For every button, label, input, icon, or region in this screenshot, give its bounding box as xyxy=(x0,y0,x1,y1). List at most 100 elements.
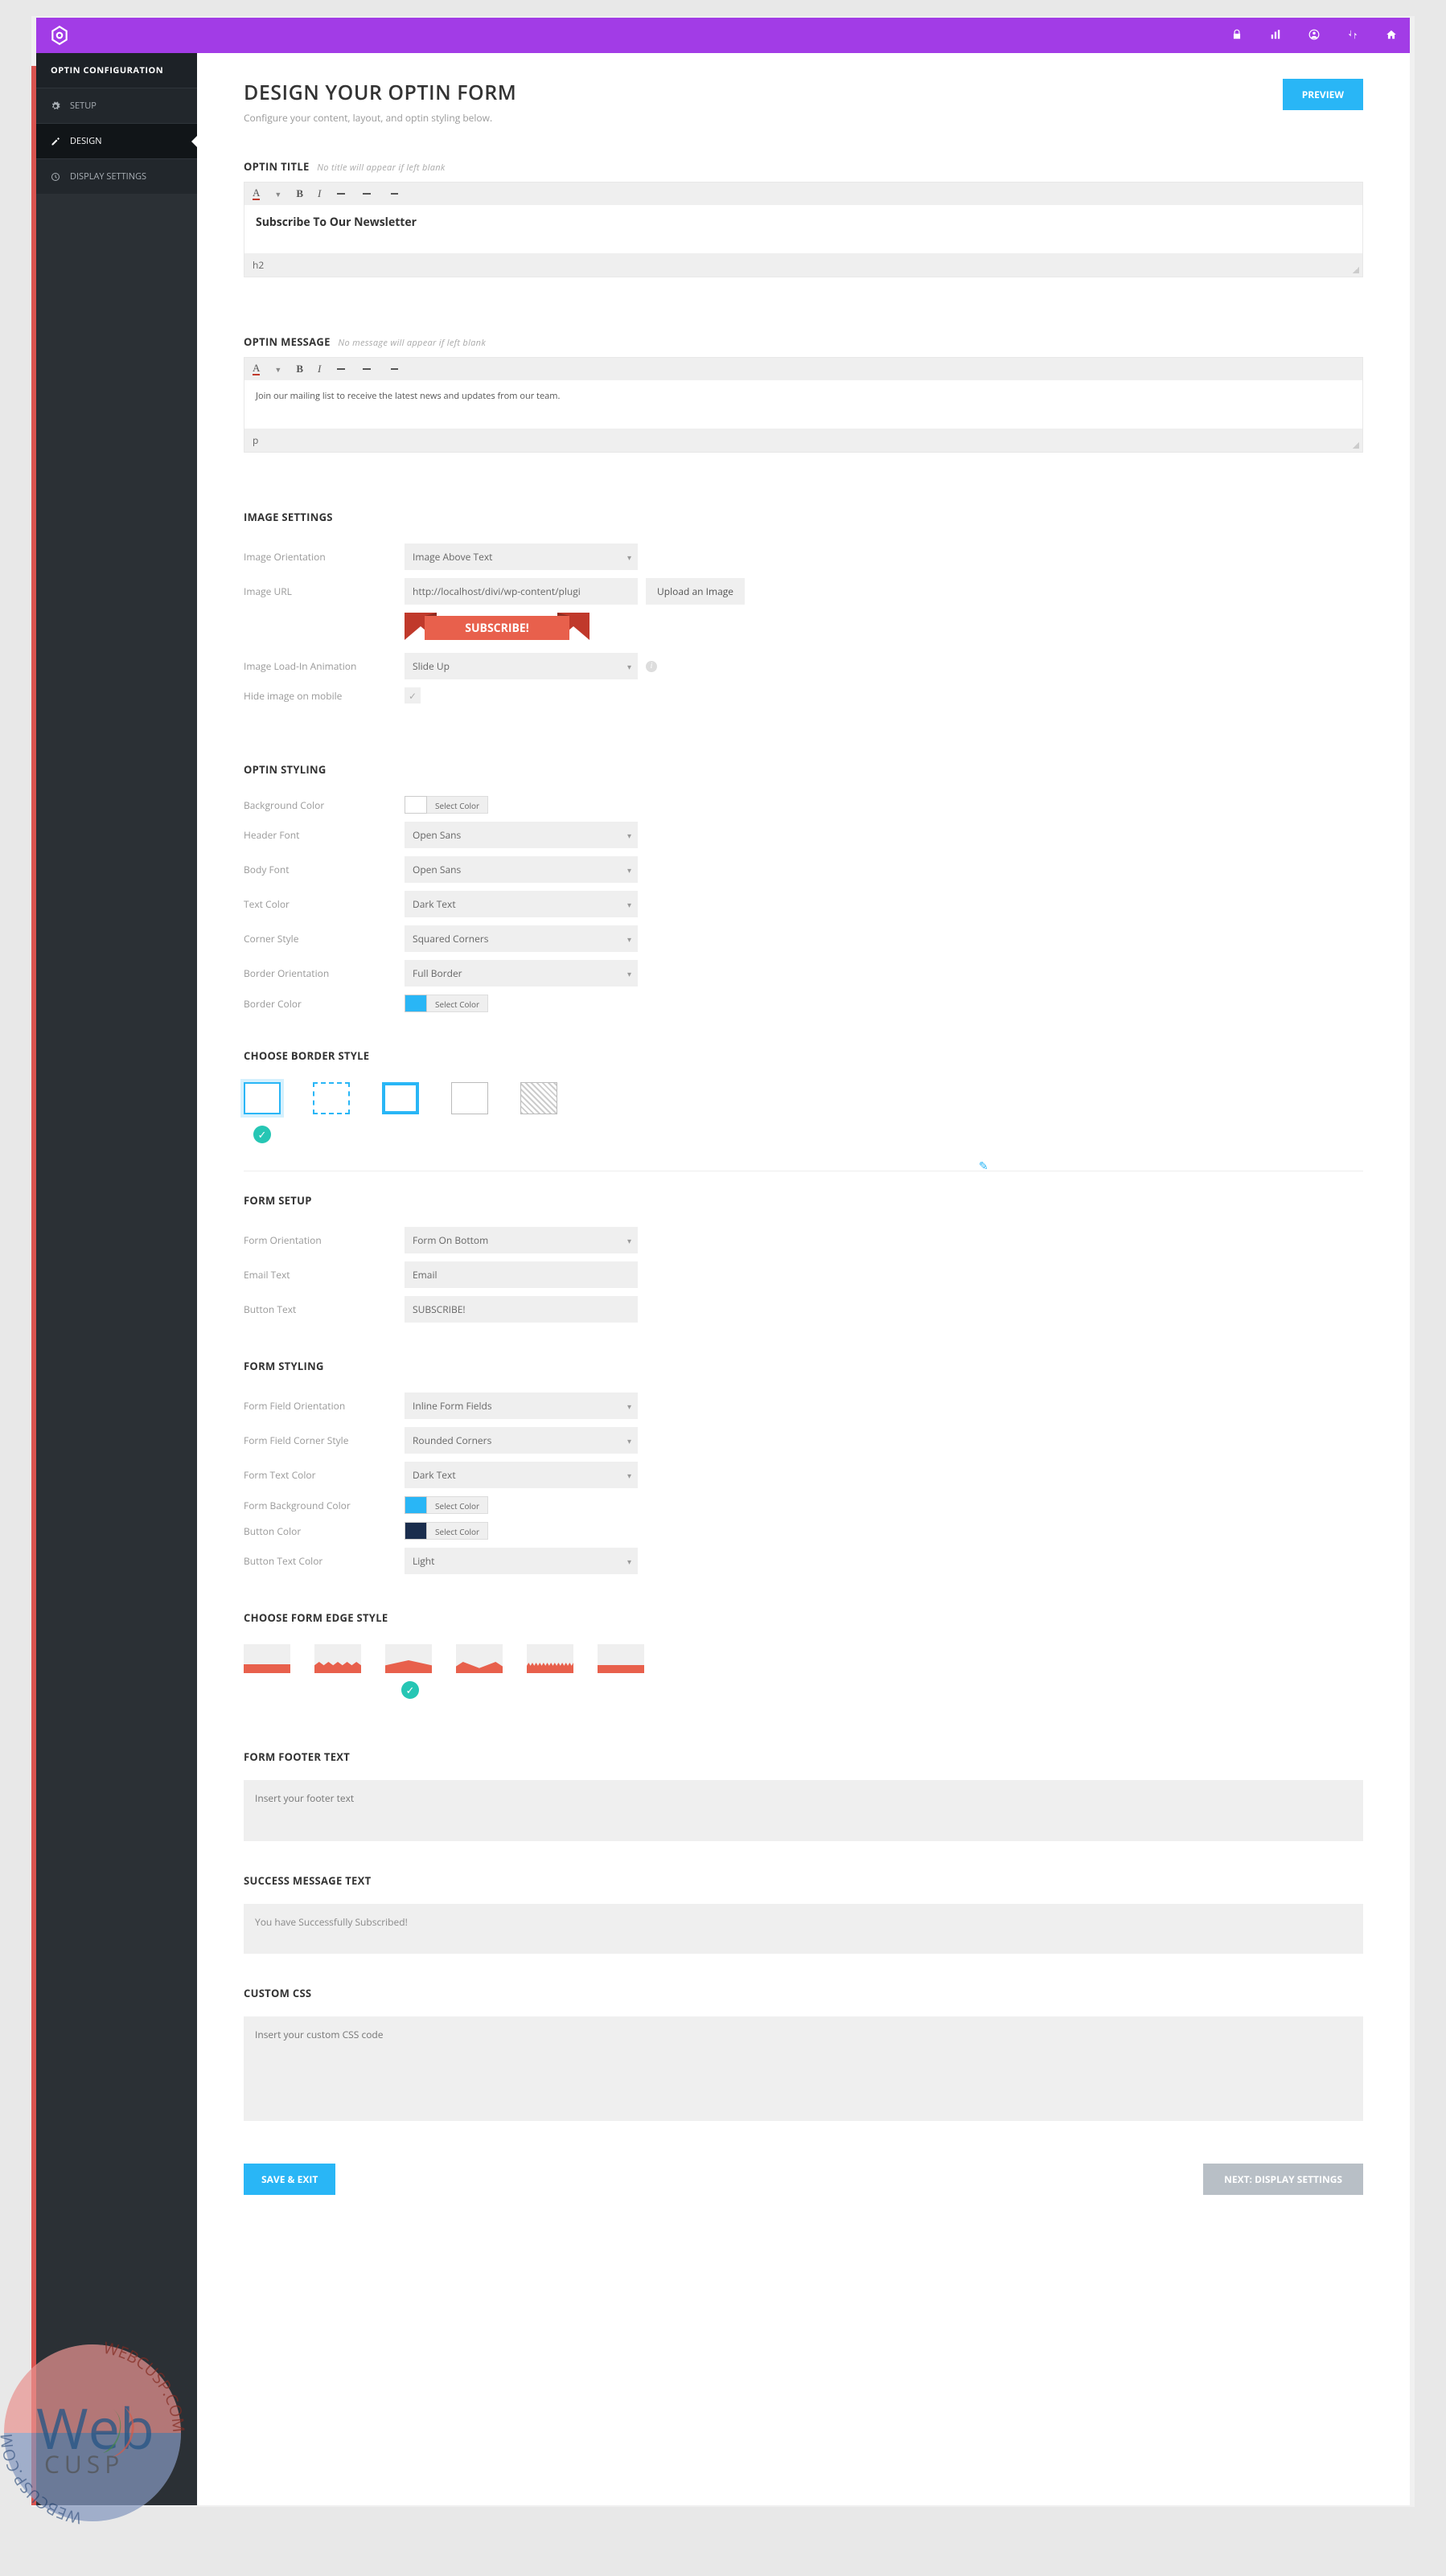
upload-image-button[interactable]: Upload an Image xyxy=(646,578,745,605)
align-right-icon[interactable] xyxy=(387,365,398,373)
optin-title-input[interactable]: Subscribe To Our Newsletter xyxy=(244,205,1362,253)
field-corner-select[interactable]: Rounded Corners xyxy=(405,1427,638,1454)
corner-style-select[interactable]: Squared Corners xyxy=(405,925,638,952)
bold-icon[interactable]: B xyxy=(296,187,303,200)
border-color-swatch[interactable] xyxy=(405,995,427,1012)
align-center-icon[interactable] xyxy=(361,190,372,198)
email-text-input[interactable] xyxy=(405,1261,638,1288)
form-orient-select[interactable]: Form On Bottom xyxy=(405,1227,638,1253)
align-left-icon[interactable] xyxy=(335,190,347,198)
form-text-color-select[interactable]: Dark Text xyxy=(405,1462,638,1488)
field-corner-label: Form Field Corner Style xyxy=(244,1434,405,1447)
border-orient-select[interactable]: Full Border xyxy=(405,960,638,987)
preview-button[interactable]: PREVIEW xyxy=(1283,79,1363,110)
image-animation-select[interactable]: Slide Up xyxy=(405,653,638,679)
button-text-input[interactable] xyxy=(405,1296,638,1323)
field-orient-select[interactable]: Inline Form Fields xyxy=(405,1393,638,1419)
border-style-dashed[interactable] xyxy=(313,1082,350,1114)
align-center-icon[interactable] xyxy=(361,365,372,373)
border-style-options xyxy=(244,1082,1363,1114)
form-bg-label: Form Background Color xyxy=(244,1499,405,1512)
edge-style-4[interactable] xyxy=(456,1644,503,1673)
bg-color-swatch[interactable] xyxy=(405,796,427,814)
custom-css-heading: CUSTOM CSS xyxy=(244,1986,311,2000)
btn-text-color-select[interactable]: Light xyxy=(405,1548,638,1574)
top-bar xyxy=(36,18,1410,53)
custom-css-input[interactable] xyxy=(244,2016,1363,2121)
text-color-icon[interactable]: A xyxy=(253,187,260,200)
border-color-button[interactable]: Select Color xyxy=(427,995,488,1012)
body-font-label: Body Font xyxy=(244,863,405,876)
optin-message-heading: OPTIN MESSAGE No message will appear if … xyxy=(244,334,486,349)
save-exit-button[interactable]: SAVE & EXIT xyxy=(244,2164,335,2195)
edge-style-6[interactable] xyxy=(598,1644,644,1673)
italic-icon[interactable]: I xyxy=(318,363,321,375)
lock-icon[interactable] xyxy=(1231,27,1243,44)
sidebar-item-setup[interactable]: SETUP xyxy=(36,88,197,123)
content-area: DESIGN YOUR OPTIN FORM Configure your co… xyxy=(197,53,1410,2505)
image-url-label: Image URL xyxy=(244,585,405,598)
italic-icon[interactable]: I xyxy=(318,187,321,200)
form-bg-button[interactable]: Select Color xyxy=(427,1496,488,1514)
edge-style-2[interactable] xyxy=(314,1644,361,1673)
app-logo-icon[interactable] xyxy=(49,25,70,46)
border-style-thin[interactable] xyxy=(451,1082,488,1114)
optin-message-input[interactable]: Join our mailing list to receive the lat… xyxy=(244,380,1362,429)
form-orient-label: Form Orientation xyxy=(244,1233,405,1247)
account-icon[interactable] xyxy=(1308,27,1320,44)
optin-title-label: OPTIN TITLE xyxy=(244,159,310,174)
form-text-color-label: Form Text Color xyxy=(244,1468,405,1482)
header-font-select[interactable]: Open Sans xyxy=(405,822,638,848)
align-left-icon[interactable] xyxy=(335,365,347,373)
field-orient-label: Form Field Orientation xyxy=(244,1399,405,1413)
text-color-select[interactable]: Dark Text xyxy=(405,891,638,917)
form-setup-heading: FORM SETUP xyxy=(244,1193,312,1208)
optin-title-editor: A ▼ B I Subscribe To Our Newsletter h2 xyxy=(244,182,1363,277)
info-icon[interactable]: i xyxy=(646,661,657,672)
import-export-icon[interactable] xyxy=(1347,27,1358,44)
border-style-solid[interactable] xyxy=(244,1082,281,1114)
optin-message-tag[interactable]: p xyxy=(244,429,1362,452)
border-color-label: Border Color xyxy=(244,997,405,1011)
optin-message-label: OPTIN MESSAGE xyxy=(244,334,331,349)
edge-style-3[interactable] xyxy=(385,1644,432,1673)
border-style-hatched[interactable] xyxy=(520,1082,557,1114)
dropdown-caret-icon[interactable]: ▼ xyxy=(274,364,281,375)
image-orientation-label: Image Orientation xyxy=(244,550,405,564)
bold-icon[interactable]: B xyxy=(296,363,303,375)
btn-color-swatch[interactable] xyxy=(405,1522,427,1540)
page-title: DESIGN YOUR OPTIN FORM xyxy=(244,79,516,106)
stats-icon[interactable] xyxy=(1270,27,1281,44)
btn-color-button[interactable]: Select Color xyxy=(427,1522,488,1540)
edge-style-1[interactable] xyxy=(244,1644,290,1673)
image-url-input[interactable] xyxy=(405,578,638,605)
border-style-thick[interactable] xyxy=(382,1082,419,1114)
sidebar-item-display[interactable]: DISPLAY SETTINGS xyxy=(36,158,197,194)
editor-toolbar: A ▼ B I xyxy=(244,183,1362,205)
edge-style-heading: CHOOSE FORM EDGE STYLE xyxy=(244,1610,388,1625)
hide-image-checkbox[interactable]: ✓ xyxy=(405,687,421,703)
sidebar-item-label: DESIGN xyxy=(70,135,101,147)
header-font-label: Header Font xyxy=(244,828,405,842)
align-right-icon[interactable] xyxy=(387,190,398,198)
sidebar-item-label: SETUP xyxy=(70,100,97,112)
optin-title-tag[interactable]: h2 xyxy=(244,253,1362,277)
dropdown-caret-icon[interactable]: ▼ xyxy=(274,189,281,199)
image-orientation-select[interactable]: Image Above Text xyxy=(405,544,638,570)
edit-section-icon[interactable]: ✎ xyxy=(979,1159,993,1173)
hide-image-label: Hide image on mobile xyxy=(244,689,405,703)
text-color-icon[interactable]: A xyxy=(253,363,260,375)
success-text-input[interactable]: You have Successfully Subscribed! xyxy=(244,1904,1363,1954)
success-text-heading: SUCCESS MESSAGE TEXT xyxy=(244,1873,371,1888)
sidebar-item-design[interactable]: DESIGN xyxy=(36,123,197,158)
body-font-select[interactable]: Open Sans xyxy=(405,856,638,883)
email-text-label: Email Text xyxy=(244,1268,405,1282)
footer-text-input[interactable] xyxy=(244,1780,1363,1841)
home-icon[interactable] xyxy=(1386,27,1397,44)
optin-title-heading: OPTIN TITLE No title will appear if left… xyxy=(244,159,446,174)
bg-color-button[interactable]: Select Color xyxy=(427,796,488,814)
next-display-button[interactable]: NEXT: DISPLAY SETTINGS xyxy=(1203,2164,1363,2195)
edge-style-5[interactable] xyxy=(527,1644,573,1673)
optin-message-editor: A ▼ B I Join our mailing list to receive… xyxy=(244,357,1363,453)
form-bg-swatch[interactable] xyxy=(405,1496,427,1514)
